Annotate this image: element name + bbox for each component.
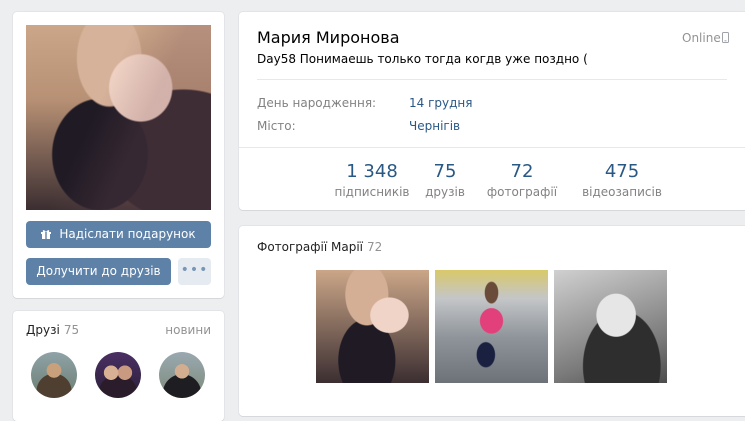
videos-counter[interactable]: 475 відеозаписів [567, 161, 677, 200]
friend-avatar[interactable] [31, 352, 77, 398]
send-gift-label: Надіслати подарунок [59, 227, 196, 241]
friends-header[interactable]: Друзі 75 [26, 323, 79, 337]
profile-name: Мария Миронова [257, 28, 400, 47]
gift-icon [41, 229, 52, 239]
friends-news-link[interactable]: новини [165, 323, 211, 337]
friends-counter[interactable]: 75 друзів [415, 161, 475, 200]
counter-label: друзів [425, 185, 465, 199]
photos-count: 72 [367, 240, 383, 254]
counter-label: підписників [334, 185, 410, 199]
friends-count: 75 [63, 323, 80, 337]
counter-label: фотографії [486, 185, 558, 199]
photo-thumbnail[interactable] [316, 270, 429, 383]
profile-card: Надіслати подарунок Долучити до друзів •… [13, 12, 224, 298]
friend-avatar[interactable] [159, 352, 205, 398]
photo-thumbnail[interactable] [554, 270, 667, 383]
counter-number: 75 [433, 161, 457, 182]
birthday-value[interactable]: 14 грудня [409, 96, 472, 110]
profile-status[interactable]: Day58 Понимаешь только тогда когдв уже п… [257, 52, 588, 66]
friends-title: Друзі [26, 323, 60, 337]
divider [239, 147, 745, 148]
photo-thumbnail[interactable] [435, 270, 548, 383]
add-friend-label: Долучити до друзів [36, 264, 161, 278]
profile-info-card: Мария Миронова Online Day58 Понимаешь то… [239, 12, 745, 210]
photos-title: Фотографії Марії [257, 240, 364, 254]
send-gift-button[interactable]: Надіслати подарунок [26, 221, 211, 248]
add-friend-button[interactable]: Долучити до друзів [26, 258, 171, 285]
profile-avatar[interactable] [26, 25, 211, 210]
counter-number: 475 [604, 161, 640, 182]
divider [257, 79, 727, 80]
counter-number: 72 [510, 161, 534, 182]
photos-card: Фотографії Марії 72 [239, 226, 745, 416]
photos-counter[interactable]: 72 фотографії [482, 161, 562, 200]
friends-card: Друзі 75 новини [13, 311, 224, 421]
online-status: Online [682, 31, 721, 45]
counter-number: 1 348 [346, 161, 398, 182]
followers-counter[interactable]: 1 348 підписників [332, 161, 412, 200]
more-dots-icon: ••• [180, 262, 209, 278]
city-value[interactable]: Чернігів [409, 119, 460, 133]
city-label: Місто: [257, 119, 296, 133]
mobile-phone-icon [722, 32, 729, 43]
photos-header[interactable]: Фотографії Марії 72 [257, 240, 382, 254]
birthday-label: День народження: [257, 96, 377, 110]
more-actions-button[interactable]: ••• [178, 258, 211, 285]
counter-label: відеозаписів [582, 185, 662, 199]
friend-avatar[interactable] [95, 352, 141, 398]
